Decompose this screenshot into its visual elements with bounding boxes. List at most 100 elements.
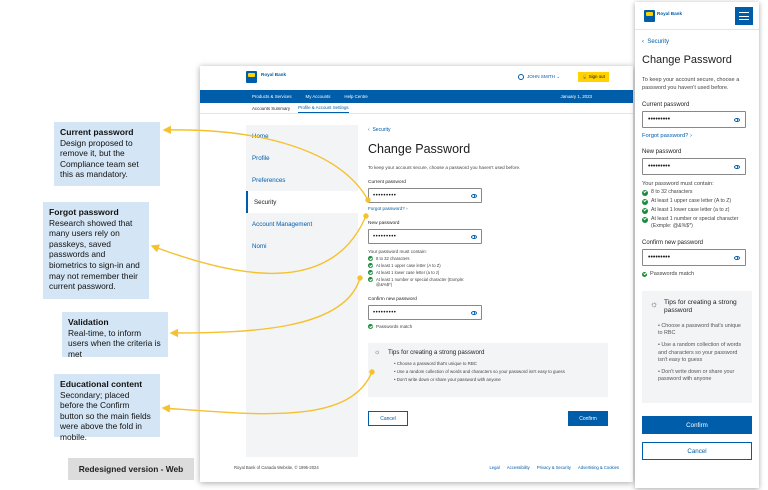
- nav-products-services[interactable]: Products & Services: [252, 94, 292, 99]
- criteria-text: 8 to 32 characters: [651, 189, 693, 195]
- eye-icon[interactable]: [471, 234, 477, 239]
- tip-item: Don't write down or share your password …: [394, 377, 600, 382]
- form-actions: Cancel Confirm: [368, 411, 608, 426]
- passwords-match-text: Passwords match: [650, 271, 695, 277]
- new-password-input[interactable]: •••••••••: [642, 158, 746, 175]
- annotation-body: Design proposed to remove it, but the Co…: [60, 137, 139, 180]
- bank-name: Royal Bank: [261, 72, 287, 77]
- tip-item: Choose a password that's unique to RBC: [658, 323, 746, 338]
- subnav-profile-settings[interactable]: Profile & Account Settings: [298, 105, 349, 113]
- forgot-password-link[interactable]: Forgot password? ›: [642, 133, 752, 139]
- annotation-current-password: Current password Design proposed to remo…: [54, 122, 160, 186]
- check-circle-icon: [368, 277, 373, 282]
- forgot-password-label: Forgot password?: [368, 206, 405, 211]
- back-link-label: Security: [372, 127, 391, 133]
- sidebar-item-nomi[interactable]: Nomi: [246, 235, 358, 257]
- chevron-right-icon: ›: [406, 206, 408, 211]
- criteria-item: At least 1 lower case letter (a to z): [368, 270, 613, 275]
- sign-out-button[interactable]: 🔒 Sign out: [578, 72, 609, 82]
- check-circle-icon: [642, 271, 647, 277]
- passwords-match-text: Passwords match: [376, 324, 413, 329]
- sidebar: Home Profile Preferences Security Accoun…: [246, 125, 358, 457]
- confirm-password-input[interactable]: •••••••••: [368, 305, 482, 320]
- bank-name: Royal Bank: [657, 11, 683, 16]
- footer-link-accessibility[interactable]: Accessibility: [507, 465, 530, 470]
- check-circle-icon: [368, 270, 373, 275]
- sign-out-label: Sign out: [588, 74, 605, 79]
- criteria-text: At least 1 number or special character (…: [651, 216, 739, 229]
- footer-link-legal[interactable]: Legal: [489, 465, 499, 470]
- check-circle-icon: [642, 207, 648, 214]
- tips-list: Choose a password that's unique to RBC U…: [394, 361, 600, 382]
- criteria-text: At least 1 upper case letter (A to Z): [651, 198, 732, 204]
- new-password-input[interactable]: •••••••••: [368, 229, 482, 244]
- subnav-accounts-summary[interactable]: Accounts Summary: [252, 106, 290, 113]
- eye-icon[interactable]: [471, 310, 477, 315]
- chevron-left-icon: ‹: [368, 127, 370, 133]
- footer-link-privacy[interactable]: Privacy & Security: [537, 465, 571, 470]
- tips-list: Choose a password that's unique to RBC U…: [658, 323, 746, 384]
- current-password-label: Current password: [642, 102, 690, 108]
- password-mask: •••••••••: [648, 254, 671, 261]
- annotation-validation: Validation Real-time, to inform users wh…: [62, 312, 168, 359]
- confirm-button[interactable]: Confirm: [642, 416, 752, 434]
- mobile-form: ‹ Security Change Password To keep your …: [635, 39, 759, 277]
- annotation-title: Current password: [60, 127, 134, 137]
- sidebar-item-account-management[interactable]: Account Management: [246, 213, 358, 235]
- annotation-body: Research showed that many users rely on …: [49, 217, 140, 292]
- web-header: Royal Bank JOHN SMITH ⌄ 🔒 Sign out: [200, 66, 633, 90]
- criteria-item: 8 to 32 characters: [368, 256, 613, 261]
- back-link[interactable]: ‹ Security: [642, 39, 752, 45]
- cancel-button[interactable]: Cancel: [368, 411, 408, 426]
- lightbulb-icon: ☼: [374, 349, 381, 356]
- forgot-password-link[interactable]: Forgot password? ›: [368, 206, 613, 211]
- current-password-input[interactable]: •••••••••: [642, 111, 746, 128]
- user-menu[interactable]: JOHN SMITH ⌄: [518, 74, 560, 80]
- user-icon: [518, 74, 524, 80]
- criteria-item: At least 1 upper case letter (A to Z): [642, 198, 752, 205]
- confirm-password-input[interactable]: •••••••••: [642, 249, 746, 266]
- tips-title: Tips for creating a strong password: [664, 299, 737, 315]
- criteria-item: At least 1 upper case letter (A to Z): [368, 263, 613, 268]
- sidebar-item-preferences[interactable]: Preferences: [246, 169, 358, 191]
- chevron-right-icon: ›: [690, 133, 692, 139]
- current-password-input[interactable]: •••••••••: [368, 188, 482, 203]
- password-mask: •••••••••: [373, 233, 397, 240]
- footer-copyright: Royal Bank of Canada Website, © 1995-202…: [234, 465, 319, 470]
- hamburger-menu-icon[interactable]: [735, 7, 753, 25]
- annotation-forgot-password: Forgot password Research showed that man…: [43, 202, 149, 299]
- tip-item: Use a random collection of words and cha…: [394, 369, 600, 374]
- tip-item: Use a random collection of words and cha…: [658, 342, 746, 365]
- confirm-button[interactable]: Confirm: [568, 411, 608, 426]
- footer: Royal Bank of Canada Website, © 1995-202…: [234, 465, 619, 470]
- eye-icon[interactable]: [734, 117, 740, 122]
- nav-my-accounts[interactable]: My Accounts: [306, 94, 331, 99]
- password-mask: •••••••••: [373, 309, 397, 316]
- sidebar-item-profile[interactable]: Profile: [246, 147, 358, 169]
- rbc-logo-icon[interactable]: [644, 10, 655, 22]
- check-circle-icon: [368, 263, 373, 268]
- forgot-password-label: Forgot password?: [642, 133, 689, 139]
- change-password-form: ‹ Security Change Password To keep your …: [368, 125, 613, 426]
- eye-icon[interactable]: [471, 193, 477, 198]
- back-link[interactable]: ‹ Security: [368, 127, 613, 133]
- footer-links: Legal Accessibility Privacy & Security A…: [483, 465, 619, 470]
- rbc-logo-icon[interactable]: [246, 71, 257, 83]
- criteria-text: At least 1 number or special character (…: [376, 277, 465, 287]
- annotation-body: Real-time, to inform users when the crit…: [68, 327, 161, 359]
- annotation-title: Validation: [68, 317, 109, 327]
- nav-help-centre[interactable]: Help Centre: [344, 94, 367, 99]
- eye-icon[interactable]: [734, 164, 740, 169]
- eye-icon[interactable]: [734, 255, 740, 260]
- cancel-button[interactable]: Cancel: [642, 442, 752, 460]
- chevron-left-icon: ‹: [642, 39, 644, 45]
- sidebar-item-security[interactable]: Security: [246, 191, 358, 213]
- sidebar-item-home[interactable]: Home: [246, 125, 358, 147]
- intro-text: To keep your account secure, choose a pa…: [368, 165, 521, 170]
- tips-panel: ☼ Tips for creating a strong password Ch…: [642, 291, 752, 403]
- footer-link-advertising[interactable]: Advertising & Cookies: [578, 465, 619, 470]
- annotation-educational-content: Educational content Secondary; placed be…: [54, 374, 160, 442]
- password-mask: •••••••••: [648, 163, 671, 170]
- annotation-title: Forgot password: [49, 207, 119, 217]
- check-circle-icon: [642, 189, 648, 196]
